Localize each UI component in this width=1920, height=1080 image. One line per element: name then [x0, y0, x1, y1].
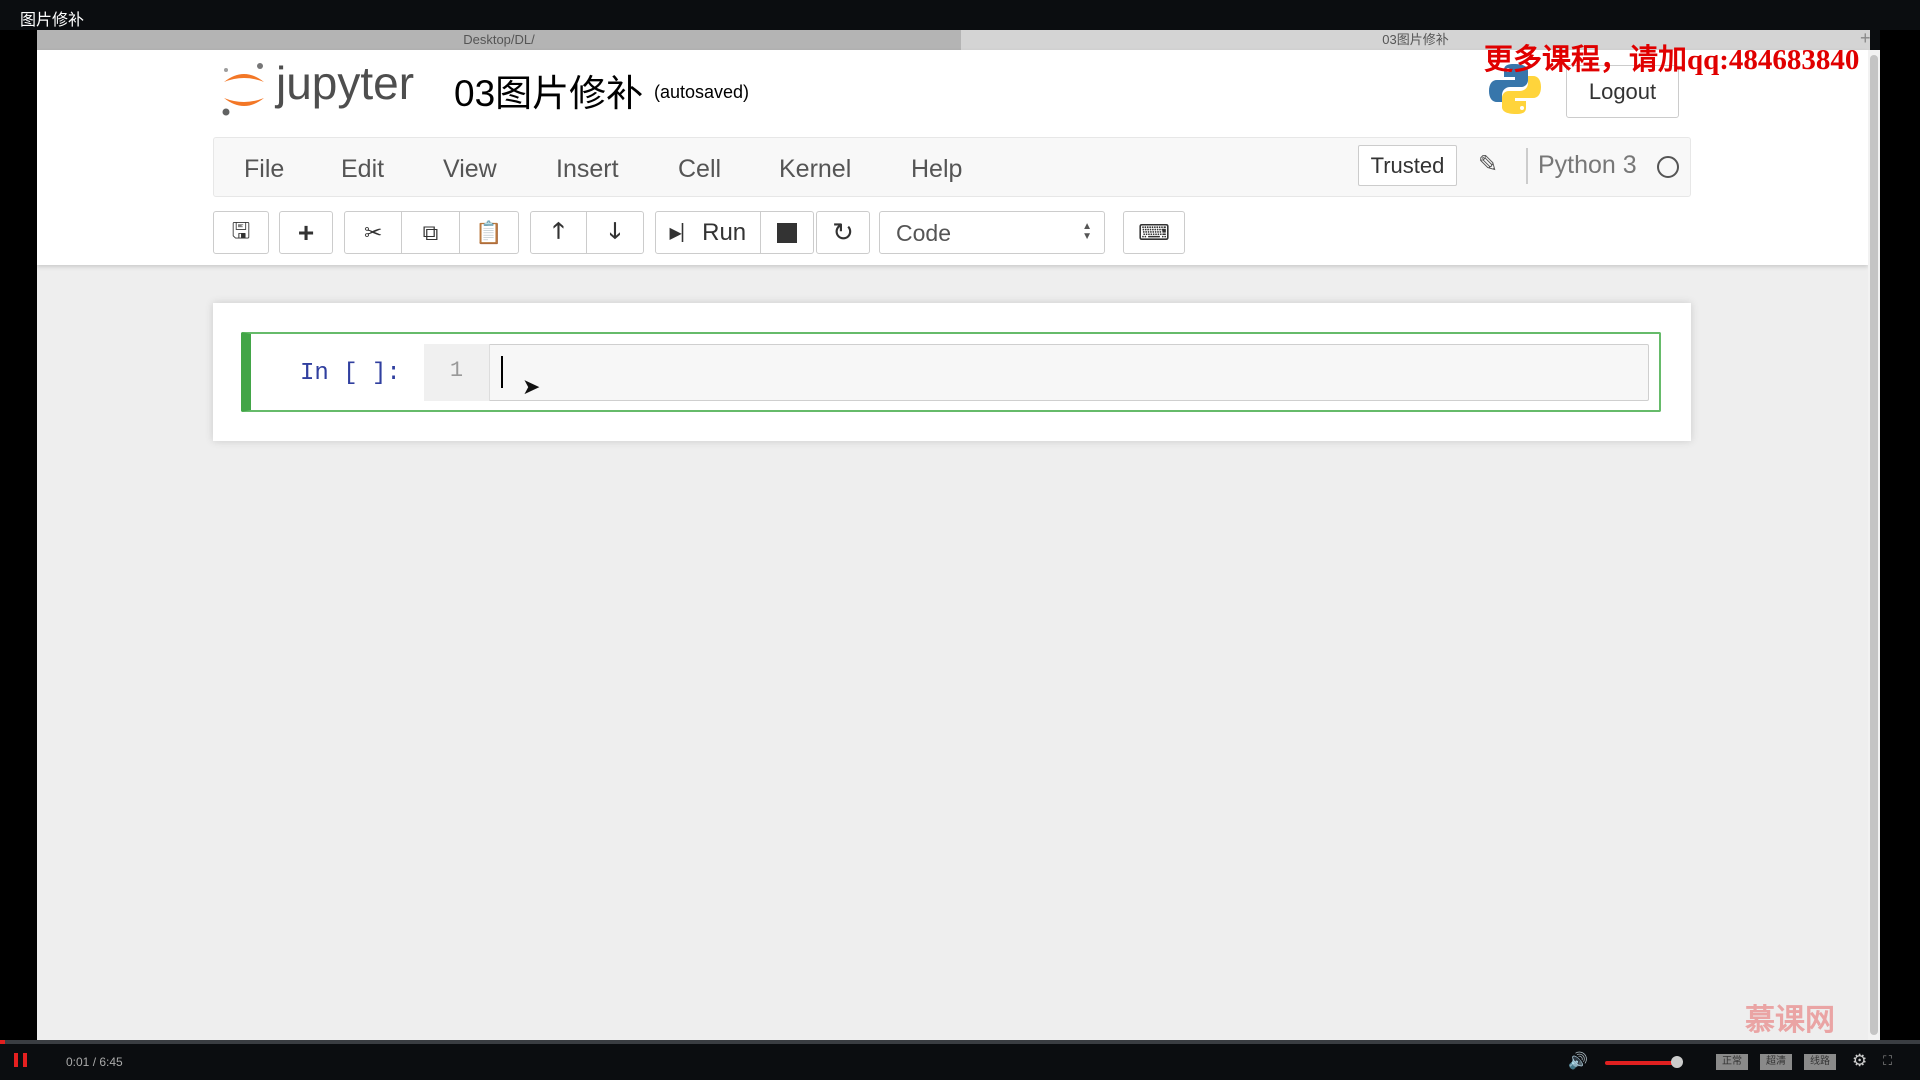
kernel-name[interactable]: Python 3 — [1538, 151, 1637, 180]
keyboard-icon: ⌨ — [1138, 219, 1170, 245]
menu-kernel[interactable]: Kernel — [779, 155, 851, 184]
move-down-button[interactable]: 🡓 — [587, 212, 643, 253]
save-status: (autosaved) — [654, 82, 750, 102]
route-button[interactable]: 线路 — [1804, 1054, 1836, 1070]
step-forward-icon: ▶▏ — [669, 224, 695, 242]
code-input[interactable] — [424, 344, 1649, 401]
window-title: 图片修补 — [0, 0, 1920, 30]
run-button[interactable]: ▶▏ Run — [656, 212, 761, 253]
gear-icon[interactable]: ⚙ — [1852, 1051, 1867, 1071]
move-up-button[interactable]: 🡑 — [531, 212, 588, 253]
site-logo: 慕课网 — [1745, 1004, 1835, 1037]
save-icon: 🖫 — [231, 217, 251, 243]
pencil-icon[interactable]: ✎ — [1478, 150, 1498, 179]
mouse-pointer-icon: ➤ — [522, 374, 541, 399]
jupyter-logo-text: jupyter — [276, 57, 415, 109]
command-palette-button[interactable]: ⌨ — [1123, 211, 1185, 254]
text-cursor — [501, 356, 503, 388]
save-button[interactable]: 🖫 — [213, 211, 269, 254]
promo-watermark: 更多课程，请加qq:484683840 — [1484, 44, 1860, 76]
menu-file[interactable]: File — [244, 155, 284, 184]
insert-cell-button[interactable]: + — [279, 211, 333, 254]
cut-button[interactable]: ✂ — [345, 212, 403, 253]
arrow-up-icon: 🡑 — [552, 217, 565, 243]
arrow-down-icon: 🡓 — [609, 217, 621, 243]
move-group: 🡑 🡓 — [530, 211, 644, 254]
exit-fullscreen-icon[interactable]: ⛶ — [1883, 1053, 1892, 1069]
menu-view[interactable]: View — [443, 155, 497, 184]
letterbox-right — [1880, 30, 1920, 1040]
kernel-status-icon — [1657, 156, 1679, 178]
video-progress-fill — [0, 1040, 5, 1044]
letterbox-left — [0, 30, 37, 1040]
line-number: 1 — [424, 344, 490, 401]
menu-help[interactable]: Help — [911, 155, 962, 184]
menubar: File Edit View Insert Cell Kernel Help — [213, 137, 1691, 197]
notebook-title[interactable]: 03图片修补 — [454, 63, 643, 117]
volume-slider[interactable] — [1605, 1061, 1677, 1065]
volume-icon[interactable]: 🔊 — [1568, 1051, 1588, 1071]
volume-slider-handle[interactable] — [1671, 1056, 1683, 1068]
run-group: ▶▏ Run — [655, 211, 814, 254]
interrupt-button[interactable] — [761, 212, 813, 253]
video-player-bar — [0, 1040, 1920, 1080]
trusted-button[interactable]: Trusted — [1358, 145, 1457, 186]
paste-icon: 📋 — [475, 219, 503, 245]
browser-tab-desktop[interactable]: Desktop/DL/ — [37, 30, 961, 50]
scrollbar-thumb[interactable] — [1870, 55, 1878, 1035]
menu-cell[interactable]: Cell — [678, 155, 721, 184]
cell-type-select[interactable]: Code ▲ ▼ — [879, 211, 1105, 254]
cut-icon: ✂ — [363, 219, 383, 245]
quality-button[interactable]: 超清 — [1760, 1054, 1792, 1070]
input-prompt: In [ ]: — [300, 360, 401, 387]
playback-time: 0:01 / 6:45 — [66, 1055, 123, 1069]
copy-icon: ⧉ — [422, 219, 439, 245]
menu-insert[interactable]: Insert — [556, 155, 619, 184]
copy-button[interactable]: ⧉ — [402, 212, 460, 253]
menu-edit[interactable]: Edit — [341, 155, 384, 184]
restart-button[interactable]: ↻ — [816, 211, 870, 254]
jupyter-logo-icon[interactable] — [220, 60, 268, 118]
plus-icon: + — [297, 216, 315, 248]
paste-button[interactable]: 📋 — [460, 212, 518, 253]
new-tab-icon[interactable]: + — [1860, 28, 1871, 49]
speed-normal-button[interactable]: 正常 — [1716, 1054, 1748, 1070]
select-arrows-icon: ▲ ▼ — [1082, 221, 1092, 242]
stop-icon — [776, 222, 797, 243]
video-progress-bar[interactable] — [0, 1040, 1920, 1044]
restart-icon: ↻ — [832, 217, 854, 247]
divider — [1526, 148, 1528, 184]
clipboard-group: ✂ ⧉ 📋 — [344, 211, 519, 254]
pause-icon[interactable] — [14, 1053, 27, 1067]
cell-type-value: Code — [896, 220, 951, 246]
run-label: Run — [702, 218, 747, 246]
